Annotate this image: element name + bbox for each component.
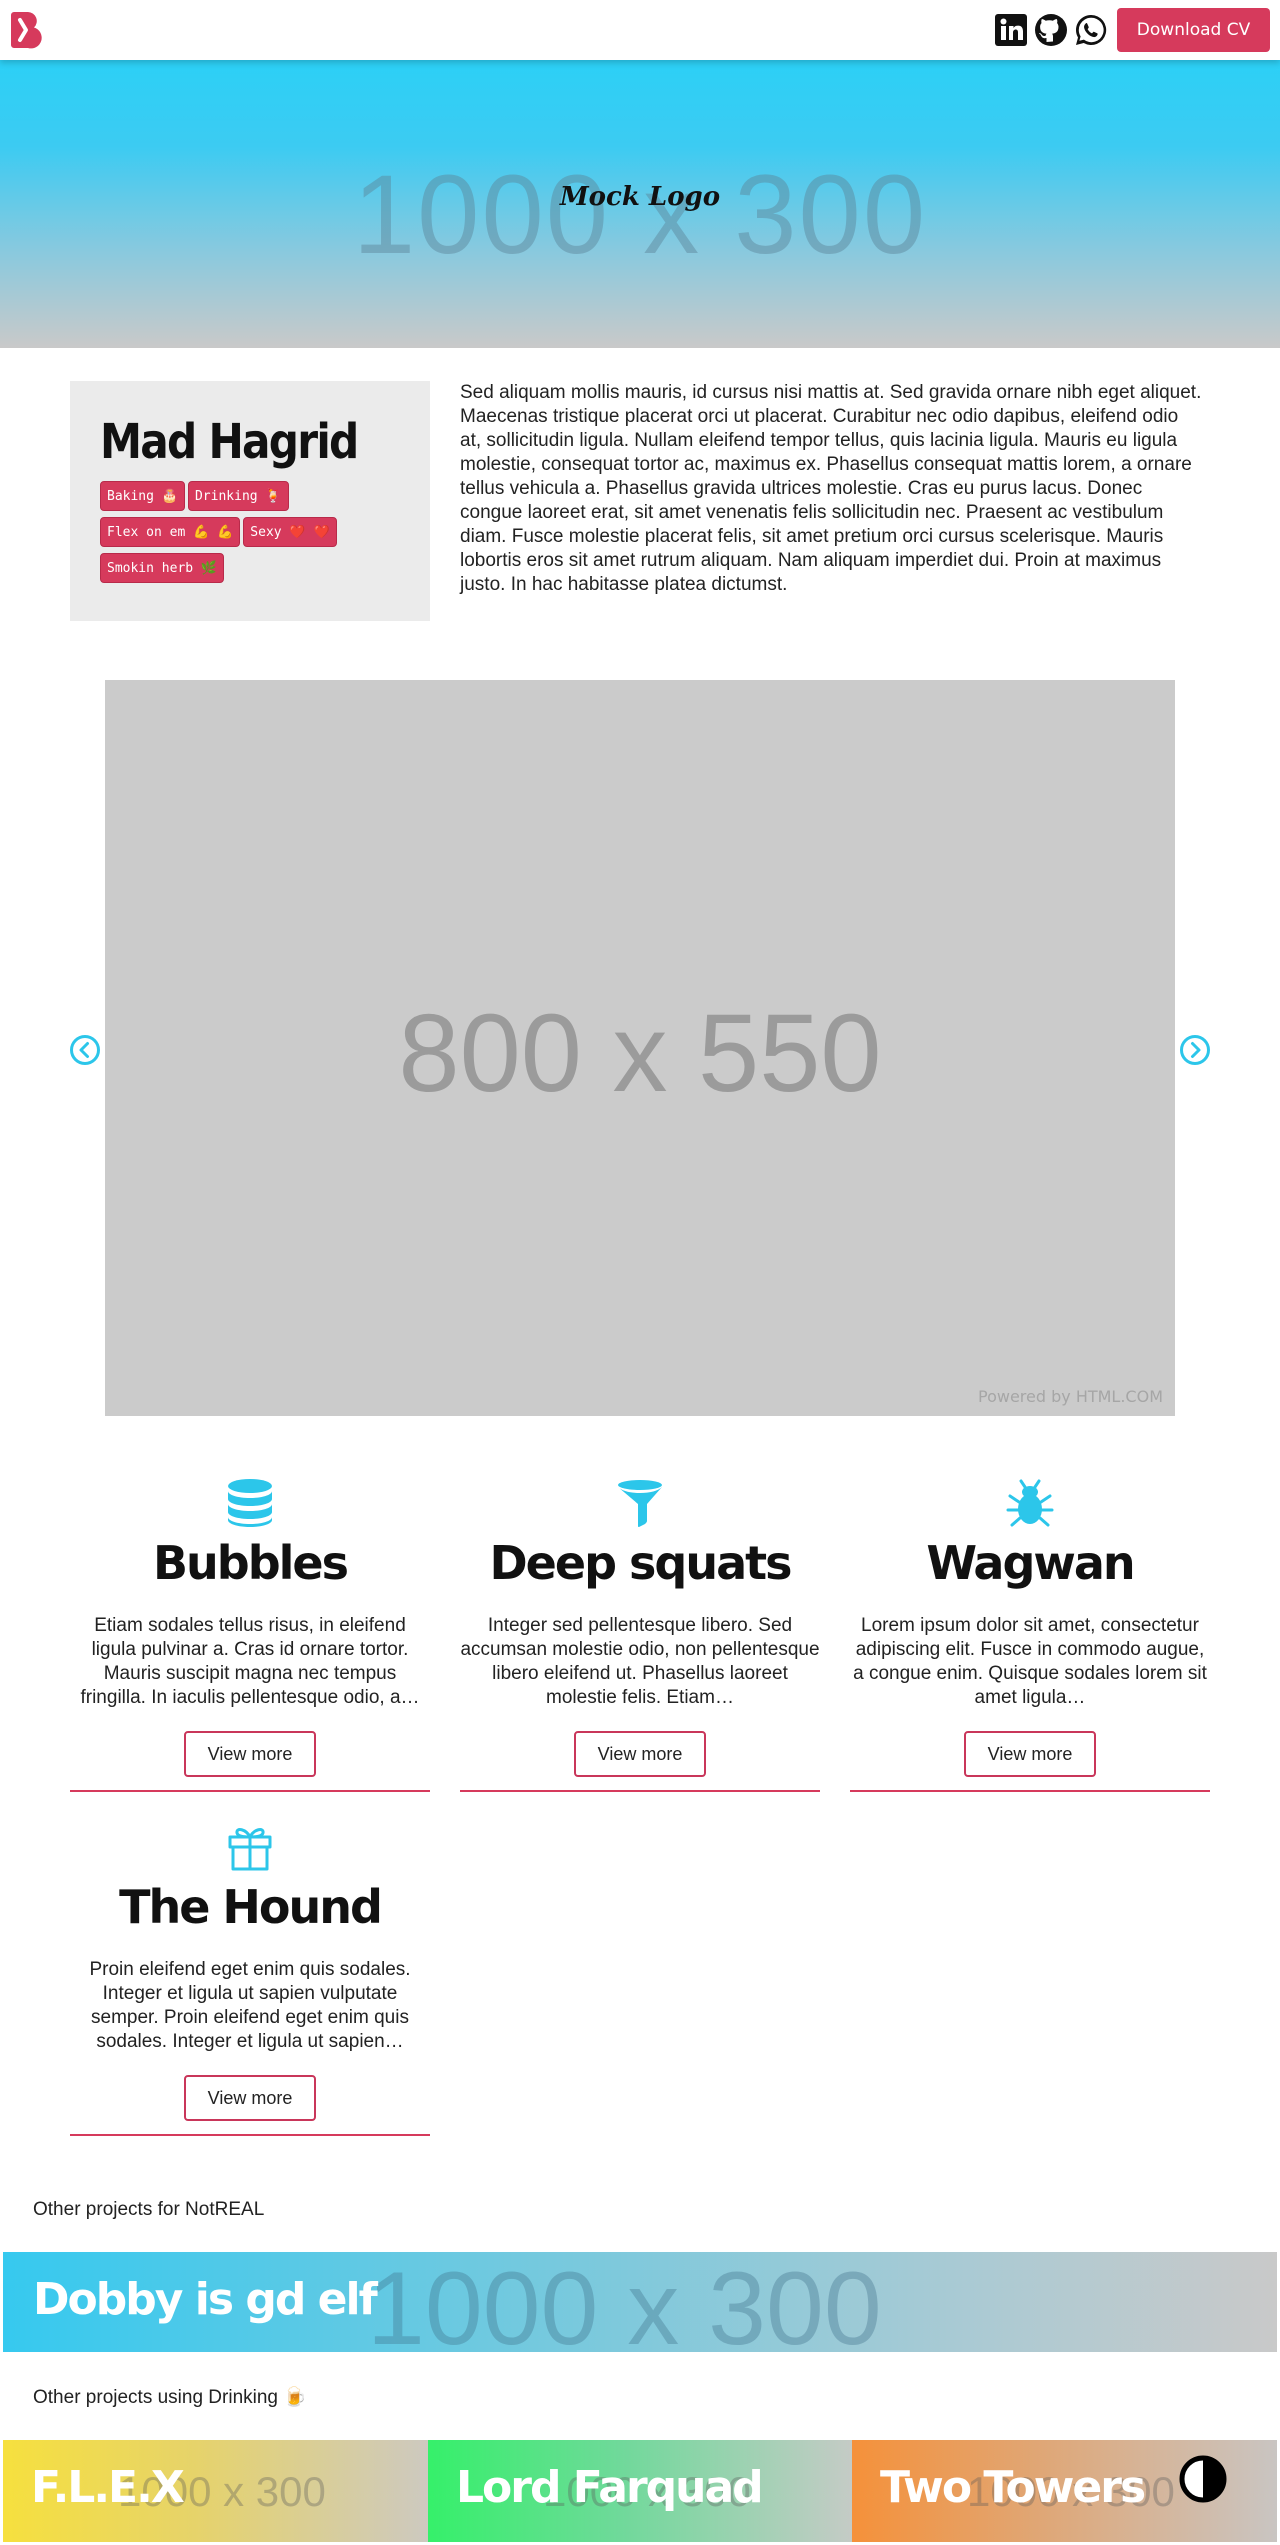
feature-title: Deep squats — [489, 1536, 793, 1590]
chevron-left-circle-icon — [70, 1035, 100, 1065]
bug-icon — [1006, 1479, 1054, 1527]
view-more-button[interactable]: View more — [184, 1731, 316, 1777]
section-label-company: Other projects for NotREAL — [33, 2199, 265, 2220]
project-banner[interactable]: 1000 x 300 Lord Farquad — [428, 2440, 853, 2542]
view-more-button[interactable]: View more — [964, 1731, 1096, 1777]
contrast-toggle-icon[interactable] — [1178, 2454, 1228, 2504]
whatsapp-icon[interactable] — [1074, 13, 1108, 47]
feature-description: Etiam sodales tellus risus, in eleifend … — [80, 1615, 420, 1708]
profile-bio: Sed aliquam mollis mauris, id cursus nis… — [460, 382, 1202, 595]
project-title: F.L.E.X — [31, 2462, 185, 2513]
feature-description: Lorem ipsum dolor sit amet, consectetur … — [853, 1615, 1207, 1708]
funnel-icon — [618, 1480, 662, 1527]
profile-name: Mad Hagrid — [100, 414, 359, 470]
view-more-button[interactable]: View more — [574, 1731, 706, 1777]
card-divider — [460, 1790, 820, 1792]
hero-banner: 1000 x 300 Mock Logo — [0, 60, 1280, 348]
project-banner[interactable]: 1000 x 300 F.L.E.X — [3, 2440, 428, 2542]
hero-logo: Mock Logo — [559, 182, 721, 212]
feature-title: Wagwan — [926, 1536, 1135, 1590]
chevron-right-circle-icon — [1180, 1035, 1210, 1065]
feature-title: Bubbles — [152, 1536, 349, 1590]
carousel-image[interactable]: 800 x 550 Powered by HTML.COM — [105, 680, 1175, 1416]
card-divider — [850, 1790, 1210, 1792]
gift-icon — [228, 1828, 272, 1871]
feature-description: Proin eleifend eget enim quis sodales. I… — [89, 1959, 411, 2052]
project-title: Lord Farquad — [456, 2462, 764, 2513]
project-title: Dobby is gd elf — [33, 2274, 378, 2325]
card-divider — [70, 1790, 430, 1792]
project-title: Two Towers — [880, 2462, 1146, 2513]
carousel-placeholder-text: 800 x 550 — [398, 992, 882, 1115]
carousel-next-button[interactable] — [1179, 1034, 1211, 1066]
download-cv-button[interactable]: Download CV — [1117, 8, 1270, 52]
brand-b-icon[interactable] — [10, 10, 42, 50]
feature-title: The Hound — [119, 1880, 383, 1934]
interest-tag[interactable]: Sexy ❤️ ❤️ — [243, 517, 337, 547]
hero-placeholder-text: 1000 x 300 — [352, 152, 928, 277]
section-label-skill: Other projects using Drinking 🍺 — [33, 2387, 307, 2408]
banner-placeholder-text: 1000 x 300 — [367, 2252, 882, 2352]
view-more-button[interactable]: View more — [184, 2075, 316, 2121]
interest-tag[interactable]: Flex on em 💪 💪 — [100, 517, 241, 547]
interest-tags: Baking 🎂 Drinking 🍹 Flex on em 💪 💪 Sexy ❤️… — [100, 481, 420, 589]
carousel-prev-button[interactable] — [69, 1034, 101, 1066]
github-icon[interactable] — [1034, 13, 1068, 47]
card-divider — [70, 2134, 430, 2136]
profile-card: Mad Hagrid Baking 🎂 Drinking 🍹 Flex on em… — [70, 381, 430, 621]
database-icon — [228, 1479, 272, 1527]
navbar: Download CV — [0, 0, 1280, 60]
linkedin-icon[interactable] — [994, 13, 1028, 47]
interest-tag[interactable]: Smokin herb 🌿 — [100, 553, 225, 583]
project-banner[interactable]: 1000 x 300 Dobby is gd elf — [3, 2252, 1277, 2352]
interest-tag[interactable]: Baking 🎂 — [100, 481, 185, 511]
interest-tag[interactable]: Drinking 🍹 — [187, 481, 289, 511]
feature-description: Integer sed pellentesque libero. Sed acc… — [460, 1615, 820, 1708]
carousel-credit: Powered by HTML.COM — [978, 1387, 1163, 1406]
